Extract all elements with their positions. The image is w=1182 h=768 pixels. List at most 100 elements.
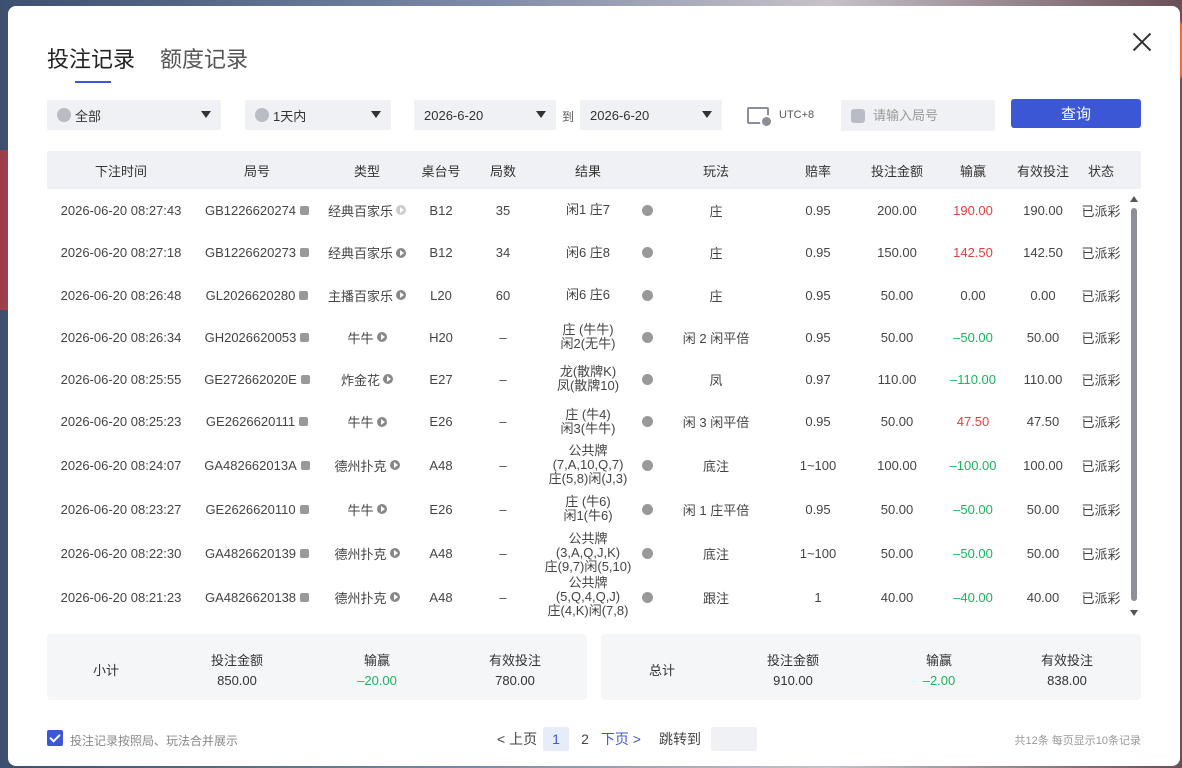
- odds-cell-text: 0.95: [805, 414, 831, 429]
- valid-bet-cell-text: 50.00: [1026, 329, 1060, 345]
- play-type-cell: 闲 2 闲平倍: [657, 328, 775, 347]
- info-icon[interactable]: [641, 416, 653, 427]
- replay-icon[interactable]: [396, 247, 406, 258]
- column-header: 状态: [1087, 163, 1114, 179]
- time-range-select[interactable]: 1天内: [245, 100, 391, 130]
- round-search[interactable]: [841, 100, 995, 131]
- bet-time-cell-text: 2026-06-20 08:27:43: [60, 202, 182, 218]
- tab-bet-record[interactable]: 投注记录: [47, 42, 135, 83]
- bet-amount-cell-text: 50.00: [880, 329, 914, 345]
- info-icon[interactable]: [641, 331, 653, 343]
- round-number-cell-text: GA482662013A: [204, 457, 297, 473]
- copy-icon[interactable]: [300, 374, 310, 384]
- replay-icon[interactable]: [396, 205, 406, 215]
- prev-page-button[interactable]: < 上页: [497, 729, 537, 749]
- jump-page-input[interactable]: [710, 727, 757, 751]
- close-icon[interactable]: [1130, 30, 1154, 54]
- end-date-select[interactable]: 2026-6-20: [580, 100, 722, 130]
- info-icon[interactable]: [641, 547, 653, 559]
- valid-bet-cell-text: 50.00: [1026, 501, 1060, 517]
- valid-bet-cell: 50.00: [1013, 546, 1073, 561]
- status-cell-text: 已派彩: [1081, 546, 1121, 562]
- copy-icon[interactable]: [300, 332, 310, 342]
- info-icon[interactable]: [641, 247, 653, 258]
- page-2-button[interactable]: 2: [581, 731, 589, 747]
- odds-cell: 0.95: [775, 502, 861, 517]
- table-id-cell-text: E27: [429, 371, 453, 387]
- result-line: 庄 (牛6): [565, 494, 611, 509]
- info-icon[interactable]: [641, 459, 653, 471]
- replay-icon[interactable]: [383, 374, 393, 384]
- status-cell: 已派彩: [1073, 456, 1129, 475]
- bet-record-table: 下注时间 局号 类型 桌台号 局数 结果 玩法 赔率 投注金额 输赢 有效投注 状态 2026-06-…: [47, 151, 1141, 619]
- bet-time-cell: 2026-06-20 08:21:23: [47, 590, 195, 605]
- start-date-select[interactable]: 2026-6-20: [414, 100, 556, 130]
- copy-icon[interactable]: [300, 205, 310, 215]
- merge-display-checkbox[interactable]: [47, 730, 63, 746]
- table-scrollbar[interactable]: [1130, 196, 1138, 616]
- bet-amount-cell: 50.00: [861, 414, 933, 429]
- calendar-clock-icon[interactable]: [747, 107, 773, 128]
- copy-icon[interactable]: [299, 290, 309, 300]
- info-icon[interactable]: [641, 289, 653, 301]
- copy-icon[interactable]: [300, 592, 310, 602]
- table-id-cell: B12: [415, 245, 467, 260]
- scroll-up-icon[interactable]: [1130, 196, 1138, 202]
- result-info-cell: [637, 459, 657, 471]
- info-icon[interactable]: [641, 591, 653, 603]
- status-cell-text: 已派彩: [1081, 330, 1121, 346]
- page-1-button[interactable]: 1: [543, 727, 570, 751]
- total-bet: 投注金额 910.00: [763, 650, 823, 688]
- replay-icon[interactable]: [389, 548, 400, 558]
- replay-icon[interactable]: [376, 332, 387, 342]
- round-number-input[interactable]: [873, 108, 983, 123]
- odds-cell-text: 0.95: [805, 501, 831, 517]
- query-button[interactable]: 查询: [1011, 99, 1141, 128]
- tab-limit-record[interactable]: 额度记录: [160, 42, 248, 74]
- round-number-cell: GE272662020E: [195, 372, 319, 387]
- round-count-cell: –: [467, 590, 539, 605]
- info-icon[interactable]: [641, 204, 653, 216]
- game-type-cell: 牛牛: [319, 412, 415, 431]
- result-info-cell: [637, 503, 657, 515]
- copy-icon[interactable]: [299, 417, 309, 426]
- copy-icon[interactable]: [300, 548, 310, 558]
- result-info-cell: [637, 591, 657, 603]
- column-header: 玩法: [702, 163, 729, 179]
- win-loss-cell: –40.00: [933, 590, 1013, 605]
- bet-time-cell: 2026-06-20 08:26:34: [47, 330, 195, 345]
- scroll-down-icon[interactable]: [1130, 610, 1138, 616]
- round-count-cell: –: [467, 502, 539, 517]
- play-type-cell: 底注: [657, 456, 775, 475]
- bet-amount-cell: 50.00: [861, 502, 933, 517]
- next-page-button[interactable]: 下页 >: [601, 729, 641, 749]
- valid-bet-cell-text: 100.00: [1023, 457, 1063, 473]
- replay-icon[interactable]: [376, 504, 387, 514]
- info-icon[interactable]: [641, 503, 653, 515]
- replay-icon[interactable]: [389, 460, 400, 470]
- replay-icon[interactable]: [396, 290, 406, 300]
- odds-cell-text: 1~100: [799, 457, 837, 473]
- copy-icon[interactable]: [300, 248, 310, 257]
- round-number-cell: GL2026620280: [195, 288, 319, 303]
- scroll-thumb[interactable]: [1131, 208, 1137, 601]
- game-type-cell: 经典百家乐: [319, 201, 415, 220]
- win-loss-cell: –110.00: [933, 372, 1013, 387]
- game-type-cell-text: 德州扑克: [334, 458, 387, 474]
- odds-cell: 1~100: [775, 458, 861, 473]
- game-type-cell: 德州扑克: [319, 588, 415, 607]
- round-count-cell: –: [467, 372, 539, 387]
- copy-icon[interactable]: [300, 460, 310, 470]
- game-type-select[interactable]: 全部: [47, 100, 221, 130]
- replay-icon[interactable]: [376, 416, 387, 427]
- merge-display-label: 投注记录按照局、玩法合并展示: [70, 734, 239, 748]
- info-icon[interactable]: [641, 373, 653, 385]
- round-count-cell: –: [467, 458, 539, 473]
- result-cell: 公共牌 (5,Q,4,Q,J) 庄(4,K)闲(7,8): [539, 576, 637, 618]
- copy-icon[interactable]: [299, 504, 309, 514]
- replay-icon[interactable]: [389, 592, 400, 602]
- result-cell: 龙(散牌K) 凤(散牌10): [539, 365, 637, 393]
- bet-amount-cell-text: 100.00: [877, 457, 917, 473]
- status-cell-text: 已派彩: [1081, 246, 1121, 261]
- game-type-cell-text: 牛牛: [347, 502, 374, 518]
